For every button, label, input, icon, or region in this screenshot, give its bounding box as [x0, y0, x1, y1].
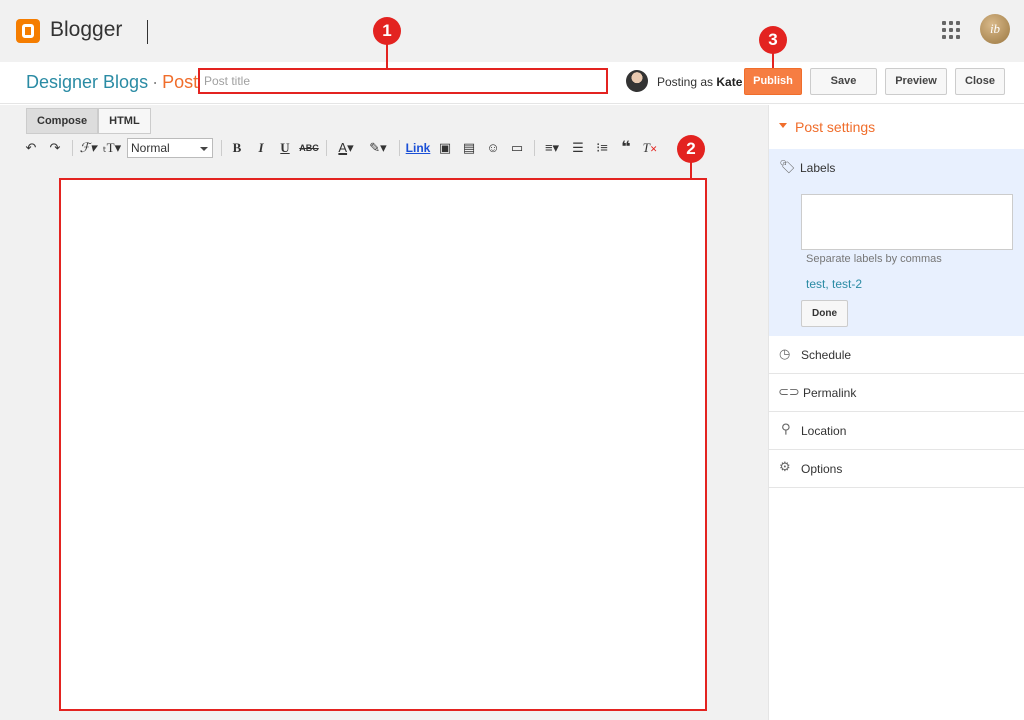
breadcrumb-page: Post — [162, 72, 199, 92]
posting-user: Kate — [716, 75, 743, 89]
align-icon[interactable]: ≡▾ — [539, 137, 565, 159]
post-title-input[interactable] — [198, 68, 608, 94]
editor-mode-tabs: Compose HTML — [26, 108, 151, 134]
redo-icon[interactable]: ↷ — [44, 137, 66, 159]
link-icon: ⊂⊃ — [778, 384, 800, 399]
format-select[interactable]: Normal — [127, 138, 213, 158]
preview-button[interactable]: Preview — [885, 68, 947, 95]
sidebar-item-location[interactable]: ⚲ Location — [769, 412, 1024, 450]
emoji-icon[interactable]: ☺ — [482, 137, 504, 159]
annotation-marker-2: 2 — [677, 135, 705, 163]
breadcrumb: Designer Blogs · Post — [26, 72, 198, 93]
highlight-color-icon[interactable]: ✎▾ — [363, 137, 393, 159]
account-avatar[interactable]: ib — [980, 14, 1010, 44]
sidebar-item-schedule[interactable]: ◷ Schedule — [769, 336, 1024, 374]
labels-hint: Separate labels by commas — [806, 253, 942, 265]
strikethrough-icon[interactable]: ABC — [298, 137, 320, 159]
link-button[interactable]: Link — [404, 137, 432, 159]
breadcrumb-blog[interactable]: Designer Blogs — [26, 72, 148, 92]
label-tag-icon: 🏷 — [779, 159, 796, 174]
sidebar-item-permalink[interactable]: ⊂⊃ Permalink — [769, 374, 1024, 412]
poster-avatar — [626, 70, 648, 92]
close-button[interactable]: Close — [955, 68, 1005, 95]
post-body-editor[interactable] — [59, 178, 707, 711]
toolbar-separator — [534, 140, 535, 156]
post-settings-header[interactable]: Post settings — [769, 105, 1024, 149]
breadcrumb-separator: · — [152, 72, 159, 92]
posting-prefix: Posting as — [657, 75, 714, 89]
sidebar-item-label: Location — [801, 424, 847, 438]
jump-break-icon[interactable]: ▭ — [506, 137, 528, 159]
bold-icon[interactable]: B — [226, 137, 248, 159]
remove-formatting-icon[interactable]: T✕ — [639, 137, 661, 159]
labels-title[interactable]: Labels — [800, 161, 835, 175]
sidebar-item-label: Permalink — [803, 386, 857, 400]
insert-image-icon[interactable]: ▣ — [434, 137, 456, 159]
caret-down-icon — [779, 123, 787, 128]
app-brand[interactable]: Blogger — [50, 18, 122, 42]
clock-icon: ◷ — [779, 346, 791, 361]
labels-panel: 🏷 Labels Separate labels by commas test,… — [769, 149, 1024, 336]
sidebar-item-options[interactable]: ⚙ Options — [769, 450, 1024, 488]
toolbar-separator — [326, 140, 327, 156]
tab-compose[interactable]: Compose — [26, 108, 99, 134]
annotation-line-1 — [386, 44, 388, 68]
posting-as: Posting as Kate — [657, 75, 742, 89]
underline-icon[interactable]: U — [274, 137, 296, 159]
post-settings-sidebar: Post settings 🏷 Labels Separate labels b… — [768, 105, 1024, 720]
done-button[interactable]: Done — [801, 300, 848, 327]
publish-button[interactable]: Publish — [744, 68, 802, 95]
toolbar-separator — [72, 140, 73, 156]
save-button[interactable]: Save — [810, 68, 877, 95]
tab-html[interactable]: HTML — [98, 108, 151, 134]
gear-icon: ⚙ — [779, 459, 791, 474]
annotation-marker-1: 1 — [373, 17, 401, 45]
location-pin-icon: ⚲ — [781, 421, 791, 436]
annotation-line-3 — [772, 52, 774, 68]
format-toolbar: ↶ ↷ ℱ▾ ₜT▾ Normal B I U ABC A▾ ✎▾ Link ▣… — [20, 136, 680, 160]
top-bar: Blogger ib — [0, 0, 1024, 62]
font-size-icon[interactable]: ₜT▾ — [101, 137, 123, 159]
post-settings-title: Post settings — [795, 119, 876, 135]
annotation-marker-3: 3 — [759, 26, 787, 54]
insert-video-icon[interactable]: ▤ — [458, 137, 480, 159]
font-family-icon[interactable]: ℱ▾ — [77, 137, 99, 159]
numbered-list-icon[interactable]: ☰ — [567, 137, 589, 159]
sidebar-item-label: Schedule — [801, 348, 852, 362]
blogger-logo-icon[interactable] — [16, 19, 40, 43]
undo-icon[interactable]: ↶ — [20, 137, 42, 159]
italic-icon[interactable]: I — [250, 137, 272, 159]
labels-textarea[interactable] — [801, 194, 1013, 250]
toolbar-separator — [221, 140, 222, 156]
apps-grid-icon[interactable] — [942, 21, 960, 39]
text-color-icon[interactable]: A▾ — [331, 137, 361, 159]
post-header: Designer Blogs·Post Posting as Kate Publ… — [0, 62, 1024, 104]
labels-tags[interactable]: test, test-2 — [806, 277, 862, 291]
quote-icon[interactable]: ❝ — [615, 137, 637, 159]
sidebar-item-label: Options — [801, 462, 843, 476]
editor-area: Compose HTML ↶ ↷ ℱ▾ ₜT▾ Normal B I U ABC… — [0, 105, 768, 720]
divider — [147, 20, 148, 44]
toolbar-separator — [399, 140, 400, 156]
bulleted-list-icon[interactable]: ⁝≡ — [591, 137, 613, 159]
